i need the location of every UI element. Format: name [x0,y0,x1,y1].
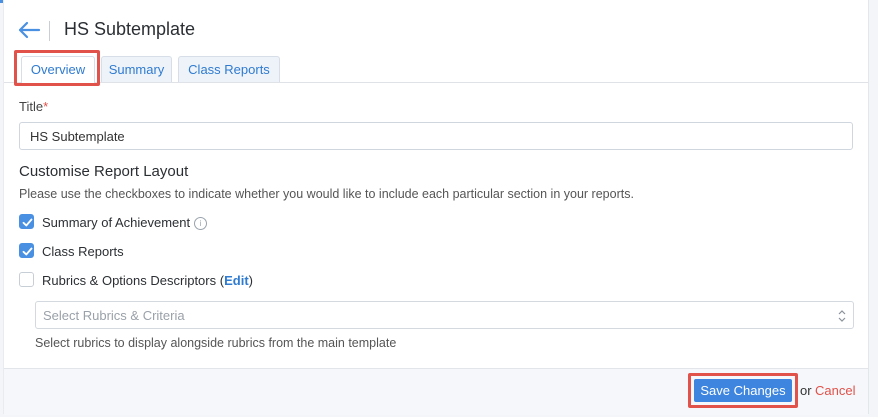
rubrics-descriptors-text: Rubrics & Options Descriptors [42,273,217,288]
section-title: Customise Report Layout [19,163,189,180]
summary-of-achievement-label: Summary of Achievement i [42,215,208,230]
header-divider [49,21,50,41]
title-input[interactable] [19,122,853,150]
class-reports-checkbox[interactable] [19,243,34,258]
tab-summary[interactable]: Summary [101,56,172,82]
class-reports-label: Class Reports [42,244,124,259]
save-changes-button[interactable]: Save Changes [694,379,792,402]
title-label-text: Title [19,99,44,114]
edit-link[interactable]: Edit [224,273,249,288]
or-text: or [800,383,812,398]
info-icon[interactable]: i [194,217,208,230]
required-mark: * [43,99,49,114]
back-button[interactable] [17,20,41,40]
arrow-left-icon [18,21,41,39]
rubrics-hint: Select rubrics to display alongside rubr… [35,336,397,350]
summary-of-achievement-text: Summary of Achievement [42,215,191,230]
rubrics-descriptors-label: Rubrics & Options Descriptors (Edit) [42,273,253,288]
check-icon [22,247,33,256]
tab-bar: Overview Summary Class Reports [4,55,868,83]
editor-panel: HS Subtemplate Overview Summary Class Re… [3,0,869,415]
select-arrows-icon [838,310,846,322]
summary-of-achievement-checkbox[interactable] [19,214,34,229]
rubrics-select[interactable]: Select Rubrics & Criteria [35,301,854,329]
cancel-link[interactable]: Cancel [815,383,855,398]
page-header: HS Subtemplate [4,3,868,55]
page-title: HS Subtemplate [64,19,196,39]
tab-overview[interactable]: Overview [21,56,95,83]
rubrics-descriptors-checkbox[interactable] [19,272,34,287]
check-icon [22,218,33,227]
edit-paren-close: ) [248,273,253,288]
rubrics-select-placeholder: Select Rubrics & Criteria [43,308,185,323]
title-field-label: Title* [19,99,48,114]
tab-class-reports[interactable]: Class Reports [178,56,280,82]
help-text: Please use the checkboxes to indicate wh… [19,187,634,201]
